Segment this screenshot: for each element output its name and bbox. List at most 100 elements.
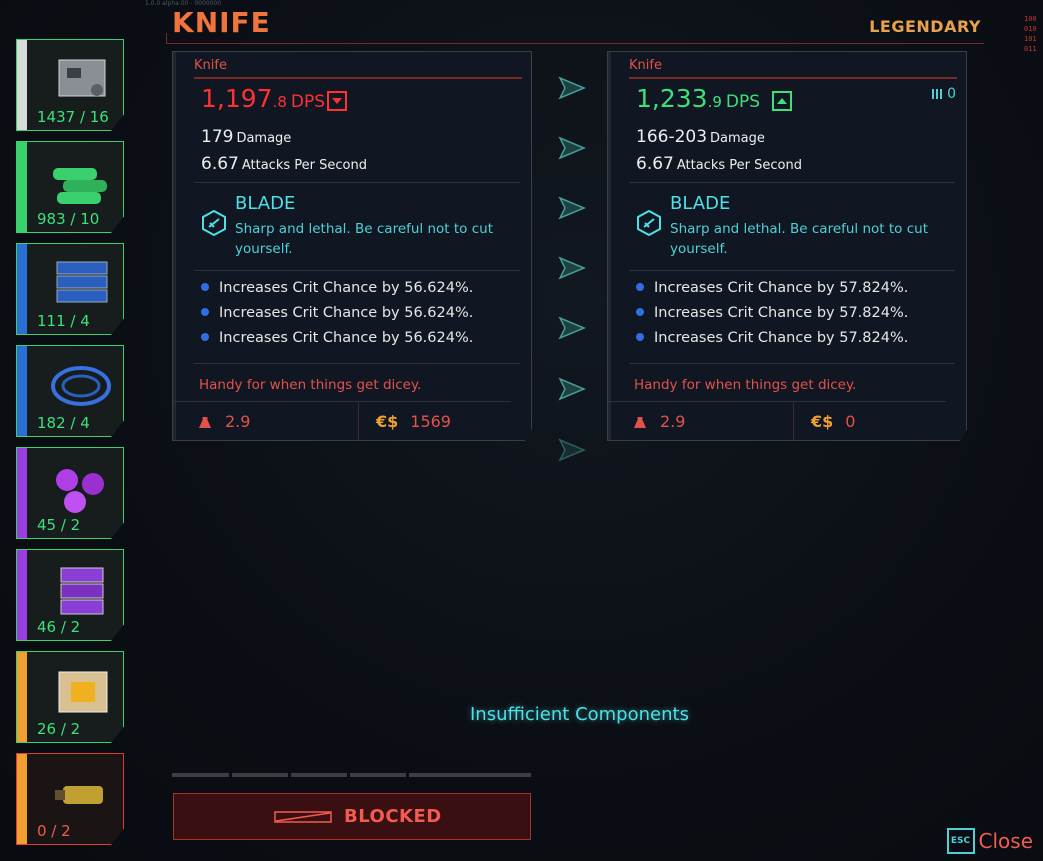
mod-text: Increases Crit Chance by 56.624%.: [219, 330, 474, 346]
dps-integer: 1,233: [636, 84, 708, 113]
progress-segment: [172, 773, 229, 777]
component-tile-legendary[interactable]: 26 / 2: [16, 651, 124, 743]
close-label: Close: [978, 829, 1033, 853]
damage-value: 166-203: [636, 127, 708, 147]
divider: [358, 401, 359, 441]
component-tile-epic[interactable]: 45 / 2: [16, 447, 124, 539]
component-icon: [56, 261, 108, 303]
damage-stat: 179 Damage: [201, 127, 291, 147]
rarity-stripe: [17, 448, 27, 538]
blocked-icon: [274, 811, 332, 823]
ammo-value: 0: [947, 86, 956, 102]
mod-text: Increases Crit Chance by 57.824%.: [654, 280, 909, 296]
weight-value: 2.9: [225, 412, 251, 431]
blade-icon: [637, 210, 661, 236]
weight-stat: 2.9: [634, 412, 685, 431]
component-icon: [60, 567, 104, 615]
component-count: 26 / 2: [37, 720, 81, 738]
component-icon: [51, 366, 111, 406]
mod-line: Increases Crit Chance by 56.624%.: [201, 280, 473, 296]
component-tile-legendary-upgrade[interactable]: 0 / 2: [16, 753, 124, 845]
weight-value: 2.9: [660, 412, 686, 431]
component-count: 983 / 10: [37, 210, 100, 228]
upgrade-arrow-icon: [558, 377, 586, 401]
aps-label: Attacks Per Second: [676, 158, 802, 173]
blocked-upgrade-button[interactable]: BLOCKED: [173, 793, 531, 840]
mod-line: Increases Crit Chance by 57.824%.: [636, 330, 908, 346]
dps-decimal: .9: [707, 93, 722, 111]
component-count: 45 / 2: [37, 516, 81, 534]
component-tile-uncommon[interactable]: 983 / 10: [16, 141, 124, 233]
item-name: Knife: [629, 58, 662, 73]
card-edge: [608, 52, 611, 440]
damage-label: Damage: [236, 131, 292, 146]
dps-unit: DPS: [725, 92, 761, 112]
weapon-type-description: Sharp and lethal. Be careful not to cut …: [670, 221, 928, 257]
aps-value: 6.67: [636, 154, 674, 174]
damage-value: 179: [201, 127, 234, 147]
component-count: 0 / 2: [37, 822, 71, 840]
name-underline: [629, 77, 957, 79]
blocked-label: BLOCKED: [344, 806, 442, 827]
rarity-stripe: [17, 142, 27, 232]
mod-line: Increases Crit Chance by 56.624%.: [201, 305, 473, 321]
aps-stat: 6.67 Attacks Per Second: [201, 154, 367, 174]
divider: [194, 270, 520, 271]
component-icon: [55, 786, 103, 804]
eurodollar-icon: €$: [376, 412, 399, 431]
dps-decimal: .8: [272, 93, 287, 111]
price-stat: €$ 1569: [376, 412, 451, 431]
progress-segment: [409, 773, 531, 777]
component-count: 46 / 2: [37, 618, 81, 636]
damage-label: Damage: [710, 131, 765, 146]
component-tile-rare-cables[interactable]: 182 / 4: [16, 345, 124, 437]
progress-segment: [350, 773, 406, 777]
weight-stat: 2.9: [199, 412, 250, 431]
divider: [173, 401, 511, 402]
ammo-icon: [931, 89, 942, 99]
component-tile-common[interactable]: 1437 / 16: [16, 39, 124, 131]
dps-unit: DPS: [290, 92, 326, 112]
flavor-text: Handy for when things get dicey.: [199, 377, 422, 393]
divider: [629, 270, 955, 271]
upgrade-arrow-icon: [558, 76, 586, 100]
bullet-icon: [201, 333, 209, 341]
upgrade-arrow-icon: [558, 256, 586, 280]
rarity-stripe: [17, 346, 27, 436]
divider: [629, 363, 955, 364]
dps-increase-icon: [772, 91, 792, 111]
rarity-stripe: [17, 40, 27, 130]
bullet-icon: [636, 308, 644, 316]
weight-icon: [199, 417, 211, 428]
rarity-stripe: [17, 550, 27, 640]
component-icon: [58, 671, 108, 713]
mod-text: Increases Crit Chance by 56.624%.: [219, 280, 474, 296]
upgrade-arrow-icon: [558, 316, 586, 340]
component-tile-epic-modules[interactable]: 46 / 2: [16, 549, 124, 641]
bullet-icon: [201, 283, 209, 291]
ammo-stat: 0: [931, 86, 956, 102]
divider: [194, 182, 520, 183]
component-icon: [58, 59, 106, 97]
component-count: 1437 / 16: [37, 108, 109, 126]
insufficient-components-message: Insufficient Components: [470, 704, 689, 725]
decorative-code: 100 010 101 011: [1024, 15, 1037, 53]
price-value: 0: [845, 412, 856, 431]
upgrade-arrow-icon: [558, 196, 586, 220]
dps-integer: 1,197: [201, 84, 273, 113]
close-button[interactable]: ESC Close: [946, 828, 1033, 854]
upgrade-arrow-icon: [558, 438, 586, 462]
weapon-type-title: BLADE: [670, 193, 731, 214]
rarity-stripe: [17, 244, 27, 334]
component-icon: [56, 469, 104, 513]
upgrade-arrow-icon: [558, 136, 586, 160]
component-tile-rare[interactable]: 111 / 4: [16, 243, 124, 335]
weapon-type-description: Sharp and lethal. Be careful not to cut …: [235, 221, 493, 257]
rarity-label: LEGENDARY: [869, 17, 981, 36]
aps-stat: 6.67 Attacks Per Second: [636, 154, 802, 174]
mod-text: Increases Crit Chance by 56.624%.: [219, 305, 474, 321]
rarity-stripe: [17, 652, 27, 742]
damage-stat: 166-203 Damage: [636, 127, 765, 147]
mod-line: Increases Crit Chance by 57.824%.: [636, 280, 908, 296]
item-name: Knife: [194, 58, 227, 73]
